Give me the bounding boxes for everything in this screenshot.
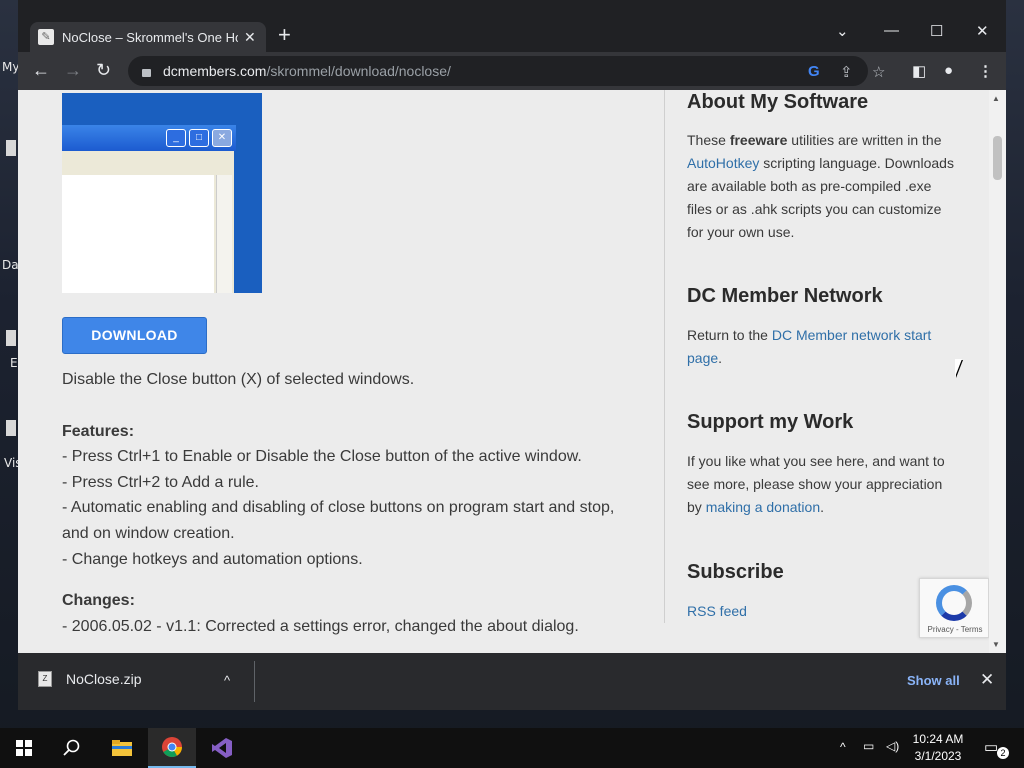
- side-panel-icon[interactable]: ◧: [912, 62, 926, 80]
- system-clock[interactable]: 10:24 AM 3/1/2023: [908, 731, 968, 765]
- network-icon[interactable]: ▭: [863, 739, 874, 768]
- forward-button[interactable]: →: [64, 60, 82, 80]
- desktop-icon-1[interactable]: [6, 140, 16, 156]
- app-screenshot-image: _ □ ✕: [62, 93, 262, 293]
- network-text: Return to the DC Member network start pa…: [687, 327, 932, 366]
- network-section: DC Member Network Return to the DC Membe…: [687, 284, 957, 370]
- search-button[interactable]: [48, 728, 96, 768]
- screenshot-minimize-icon: _: [166, 129, 186, 147]
- about-text: These freeware utilities are written in …: [687, 132, 954, 240]
- chrome-icon: [162, 737, 182, 757]
- tab-strip: ✎ NoClose – Skrommel's One Hour ✕ + ⌄ — …: [18, 10, 1006, 52]
- address-bar[interactable]: dcmembers.com/skrommel/download/noclose/…: [128, 56, 885, 86]
- network-heading: DC Member Network: [687, 285, 883, 307]
- desktop-label-3: E: [10, 356, 18, 370]
- show-all-button[interactable]: Show all: [907, 673, 960, 688]
- visual-studio-button[interactable]: [198, 728, 246, 768]
- screenshot-maximize-icon: □: [189, 129, 209, 147]
- desktop-label-2: Da: [2, 258, 19, 272]
- feature-item: - Change hotkeys and automation options.: [62, 551, 363, 568]
- shelf-close-icon[interactable]: ✕: [980, 670, 994, 690]
- desktop-icon-2[interactable]: [6, 330, 16, 346]
- autohotkey-link[interactable]: AutoHotkey: [687, 155, 759, 171]
- file-explorer-button[interactable]: [98, 728, 146, 768]
- download-options-chevron-icon[interactable]: ^: [224, 673, 230, 688]
- download-button[interactable]: DOWNLOAD: [62, 317, 207, 354]
- zip-file-icon: Z: [38, 671, 52, 687]
- clock-date: 3/1/2023: [914, 749, 962, 763]
- tab-search-icon[interactable]: ⌄: [836, 22, 849, 40]
- google-lens-icon[interactable]: G: [808, 63, 820, 80]
- about-heading: About My Software: [687, 91, 869, 113]
- recaptcha-privacy-terms[interactable]: Privacy - Terms: [920, 625, 990, 634]
- window-close-button[interactable]: ✕: [976, 22, 989, 40]
- url-host: dcmembers.com: [163, 63, 267, 79]
- tab-title: NoClose – Skrommel's One Hour: [62, 29, 238, 45]
- page-content: _ □ ✕ DOWNLOAD Disable the Close button …: [18, 90, 1006, 653]
- tab-noclose[interactable]: ✎ NoClose – Skrommel's One Hour ✕: [30, 22, 266, 52]
- support-text: If you like what you see here, and want …: [687, 453, 945, 515]
- desktop-label-1: My: [2, 60, 20, 74]
- description-text: Disable the Close button (X) of selected…: [62, 371, 415, 388]
- profile-icon[interactable]: ●: [944, 62, 953, 79]
- feature-item: - Automatic enabling and disabling of cl…: [62, 499, 615, 542]
- download-shelf: Z NoClose.zip ^ Show all ✕: [18, 653, 1006, 710]
- url-path: /skrommel/download/noclose/: [266, 63, 451, 79]
- changes-heading: Changes:: [62, 592, 135, 609]
- back-button[interactable]: ←: [32, 60, 50, 80]
- recaptcha-badge[interactable]: Privacy - Terms: [919, 578, 989, 638]
- visual-studio-icon: [212, 738, 232, 758]
- support-heading: Support my Work: [687, 411, 854, 433]
- mouse-cursor-icon: [955, 359, 962, 377]
- menu-icon[interactable]: ⋮: [978, 62, 993, 80]
- lock-icon[interactable]: [142, 69, 151, 77]
- scroll-down-icon[interactable]: ▼: [992, 640, 1000, 649]
- download-file-name: NoClose.zip: [66, 671, 142, 687]
- clock-time: 10:24 AM: [912, 732, 964, 746]
- recaptcha-icon: [936, 585, 972, 621]
- subscribe-heading: Subscribe: [687, 561, 784, 583]
- site-favicon-icon: ✎: [38, 29, 54, 45]
- column-divider: [664, 90, 665, 623]
- new-tab-button[interactable]: +: [278, 24, 291, 46]
- download-item[interactable]: Z NoClose.zip: [38, 671, 141, 687]
- desktop-icon-3[interactable]: [6, 420, 16, 436]
- share-icon[interactable]: ⇪: [840, 63, 853, 81]
- page-scrollbar[interactable]: ▲ ▼: [989, 90, 1006, 653]
- maximize-button[interactable]: ☐: [930, 22, 943, 40]
- browser-toolbar: ← → ↻ dcmembers.com/skrommel/download/no…: [18, 52, 1006, 90]
- tray-overflow-chevron-icon[interactable]: ^: [840, 740, 846, 768]
- minimize-button[interactable]: —: [884, 22, 899, 39]
- shelf-separator: [254, 661, 255, 702]
- start-button[interactable]: [0, 728, 48, 768]
- features-heading: Features:: [62, 423, 135, 440]
- notification-count-badge: 2: [997, 747, 1009, 759]
- feature-item: - Press Ctrl+2 to Add a rule.: [62, 474, 259, 491]
- about-section: About My Software These freeware utiliti…: [687, 90, 957, 244]
- search-icon: [63, 739, 80, 756]
- support-section: Support my Work If you like what you see…: [687, 410, 957, 519]
- tab-close-icon[interactable]: ✕: [244, 29, 256, 46]
- scrollbar-thumb[interactable]: [993, 136, 1002, 180]
- scroll-up-icon[interactable]: ▲: [992, 94, 1000, 103]
- taskbar: ^ ▭ ◁) 10:24 AM 3/1/2023 ▭ 2: [0, 728, 1024, 768]
- chrome-taskbar-button[interactable]: [148, 728, 196, 768]
- rss-feed-link[interactable]: RSS feed: [687, 600, 957, 623]
- donation-link[interactable]: making a donation: [706, 499, 820, 515]
- windows-logo-icon: [16, 740, 32, 756]
- browser-window: ✎ NoClose – Skrommel's One Hour ✕ + ⌄ — …: [18, 0, 1006, 710]
- screenshot-close-icon: ✕: [212, 129, 232, 147]
- feature-item: - Press Ctrl+1 to Enable or Disable the …: [62, 448, 582, 465]
- folder-icon: [112, 740, 132, 756]
- bookmark-star-icon[interactable]: ☆: [872, 63, 885, 81]
- subscribe-section: Subscribe RSS feed: [687, 560, 957, 623]
- change-item: - 2006.05.02 - v1.1: Corrected a setting…: [62, 618, 579, 635]
- volume-icon[interactable]: ◁): [886, 739, 899, 768]
- reload-button[interactable]: ↻: [96, 60, 111, 80]
